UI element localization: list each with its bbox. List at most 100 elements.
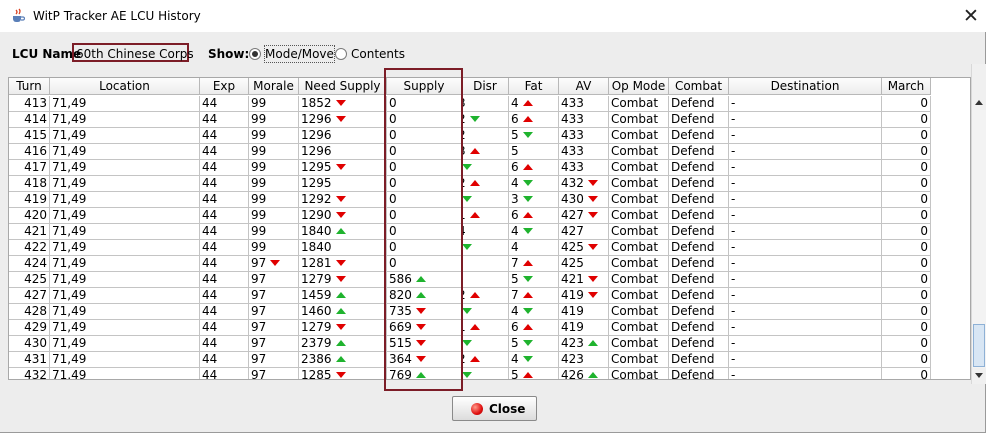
contents-radio-label[interactable]: Contents — [351, 46, 405, 62]
scroll-up-icon[interactable] — [972, 96, 986, 110]
mode-move-radio-label[interactable]: Mode/Move — [264, 45, 335, 63]
table-row[interactable]: 422 71,49 44 99 1840 0 4 425 Combat Defend - 0 — [9, 240, 970, 256]
table-row[interactable]: 419 71,49 44 99 1292 0 3 430 Combat Defend - 0 — [9, 192, 970, 208]
table-row[interactable]: 418 71,49 44 99 1295 0 2 4 432 Combat Defend - 0 — [9, 176, 970, 192]
cell-fat: 4 — [509, 96, 559, 112]
vertical-scrollbar[interactable] — [971, 64, 986, 384]
cell-value: 44 — [202, 192, 218, 206]
header-op-mode[interactable]: Op Mode — [609, 78, 669, 95]
cell-value: 0 — [920, 144, 928, 158]
scroll-down-icon[interactable] — [972, 368, 986, 382]
cell-value: 6 — [511, 320, 519, 334]
header-need-supply[interactable]: Need Supply — [299, 78, 387, 95]
scroll-thumb[interactable] — [973, 324, 985, 367]
cell-value: 71,49 — [52, 304, 87, 318]
header-supply[interactable]: Supply — [387, 78, 462, 95]
cell-value: 97 — [251, 272, 267, 286]
cell-value: 0 — [920, 112, 928, 126]
header-combat[interactable]: Combat — [669, 78, 729, 95]
cell-op-mode: Combat — [609, 336, 669, 352]
cell-value: 1296 — [301, 112, 332, 126]
cell-value: 71,49 — [52, 320, 87, 334]
header-disr[interactable]: Disr — [462, 78, 509, 95]
trend-down-icon — [335, 196, 346, 202]
cell-destination: - — [729, 288, 882, 304]
cell-turn: 428 — [9, 304, 50, 320]
cell-value: 415 — [24, 128, 47, 142]
cell-exp: 44 — [200, 96, 249, 112]
header-turn[interactable]: Turn — [9, 78, 50, 95]
header-av[interactable]: AV — [559, 78, 609, 95]
table-row[interactable]: 430 71,49 44 97 2379 515 5 423 Combat Defend - 0 — [9, 336, 970, 352]
cell-value: 71,49 — [52, 192, 87, 206]
header-destination[interactable]: Destination — [729, 78, 882, 95]
table-row[interactable]: 413 71,49 44 99 1852 0 3 4 433 Combat Defend - 0 — [9, 96, 970, 112]
cell-morale: 99 — [249, 144, 299, 160]
cell-march: 0 — [882, 144, 931, 160]
table-row[interactable]: 42171,4944991840044427CombatDefend-0 — [9, 224, 970, 240]
cell-value: 586 — [389, 272, 412, 286]
close-button[interactable]: Close — [452, 396, 537, 421]
cell-morale: 97 — [249, 256, 299, 272]
header-location[interactable]: Location — [50, 78, 200, 95]
cell-destination: - — [729, 208, 882, 224]
table-row[interactable]: 417 71,49 44 99 1295 0 6 433 Combat Defend - 0 — [9, 160, 970, 176]
cell-turn: 416 — [9, 144, 50, 160]
cell-value: Combat — [611, 96, 659, 110]
cell-disr — [462, 192, 509, 208]
cell-value: 44 — [202, 112, 218, 126]
cell-av: 419 — [559, 288, 609, 304]
header-fat[interactable]: Fat — [509, 78, 559, 95]
cell-march: 0 — [882, 160, 931, 176]
java-cup-icon — [13, 8, 25, 22]
table-row[interactable]: 416 71,49 44 99 1296 0 3 5 433 Combat Defend - 0 — [9, 144, 970, 160]
cell-av: 433 — [559, 112, 609, 128]
cell-av: 432 — [559, 176, 609, 192]
cell-combat: Defend — [669, 224, 729, 240]
trend-down-icon — [587, 292, 598, 298]
cell-combat: Defend — [669, 176, 729, 192]
table-row[interactable]: 429 71,49 44 97 1279 669 1 6 419 Combat Defend - 0 — [9, 320, 970, 336]
trend-down-icon — [522, 132, 533, 138]
header-march[interactable]: March — [882, 78, 931, 95]
scroll-track[interactable] — [972, 110, 986, 368]
table-row[interactable]: 428 71,49 44 97 1460 735 4 419 Combat Defend - 0 — [9, 304, 970, 320]
mode-move-radio[interactable] — [249, 48, 261, 60]
cell-march: 0 — [882, 368, 931, 379]
table-row[interactable]: 424 71,49 44 97 1281 0 7 425 Combat Defend - 0 — [9, 256, 970, 272]
cell-destination: - — [729, 160, 882, 176]
cell-value: Defend — [671, 288, 715, 302]
header-morale[interactable]: Morale — [249, 78, 299, 95]
table-row[interactable]: 425 71,49 44 97 1279 586 5 421 Combat Defend - 0 — [9, 272, 970, 288]
table-row[interactable]: 431 71,49 44 97 2386 364 2 4 423 Combat Defend - 0 — [9, 352, 970, 368]
trend-up-icon — [469, 356, 480, 362]
cell-turn: 414 — [9, 112, 50, 128]
cell-combat: Defend — [669, 336, 729, 352]
cell-value: 44 — [202, 176, 218, 190]
cell-value: 44 — [202, 256, 218, 270]
cell-supply: 669 — [387, 320, 462, 336]
cell-exp: 44 — [200, 112, 249, 128]
cell-value: 5 — [511, 336, 519, 350]
cell-value: 1459 — [301, 288, 332, 302]
cell-value: 99 — [251, 128, 267, 142]
table-row[interactable]: 420 71,49 44 99 1290 0 1 6 427 Combat Defend - 0 — [9, 208, 970, 224]
trend-down-icon — [587, 180, 598, 186]
cell-combat: Defend — [669, 272, 729, 288]
cell-morale: 99 — [249, 128, 299, 144]
cell-value: Combat — [611, 368, 659, 380]
cell-value: 99 — [251, 192, 267, 206]
cell-op-mode: Combat — [609, 208, 669, 224]
cell-value: Combat — [611, 160, 659, 174]
window-close-icon[interactable]: ✕ — [956, 4, 986, 28]
cell-need-supply: 1296 — [299, 128, 387, 144]
table-row[interactable]: 427 71,49 44 97 1459 820 2 7 419 Combat Defend - 0 — [9, 288, 970, 304]
cell-value: Defend — [671, 352, 715, 366]
header-exp[interactable]: Exp — [200, 78, 249, 95]
table-row[interactable]: 432 71,49 44 97 1285 769 5 426 Combat Defend - 0 — [9, 368, 970, 380]
contents-radio[interactable] — [335, 48, 347, 60]
cell-turn: 417 — [9, 160, 50, 176]
table-row[interactable]: 415 71,49 44 99 1296 0 2 5 433 Combat Defend - 0 — [9, 128, 970, 144]
cell-value: Combat — [611, 288, 659, 302]
table-row[interactable]: 414 71,49 44 99 1296 0 2 6 433 Combat Defend - 0 — [9, 112, 970, 128]
